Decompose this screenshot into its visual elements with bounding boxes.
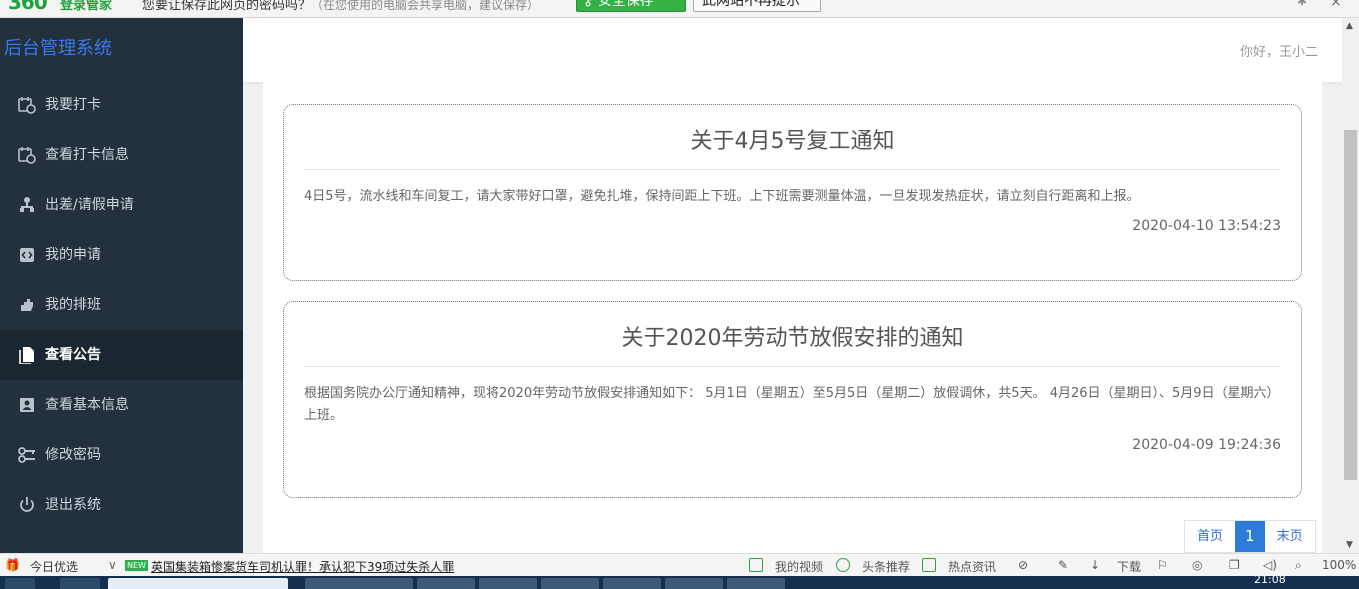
notice-card: 关于2020年劳动节放假安排的通知 根据国务院办公厅通知精神，现将2020年劳动…	[283, 301, 1302, 498]
power-icon	[20, 497, 34, 512]
play-icon[interactable]	[836, 558, 850, 572]
hand-icon	[21, 299, 33, 311]
today-picks[interactable]: 今日优选	[30, 558, 78, 575]
chevron-down-icon[interactable]: ∨	[108, 558, 117, 572]
pin-tool-icon[interactable]: ✎	[1058, 558, 1068, 572]
sidebar-item-basic-info[interactable]: 查看基本信息	[0, 380, 243, 430]
sidebar-item-my-requests[interactable]: 我的申请	[0, 230, 243, 280]
password-save-bar: 360 登录管家 您要让保存此网页的密码吗？（在您使用的电脑会共享电脑，建议保存…	[0, 0, 1359, 18]
taskbar-app[interactable]	[541, 578, 599, 589]
window-icon[interactable]: ❐	[1229, 558, 1240, 572]
sidebar-item-label: 我的申请	[45, 247, 101, 263]
sidebar-item-view-clock-in[interactable]: 查看打卡信息	[0, 130, 243, 180]
notice-body: 根据国务院办公厅通知精神，现将2020年劳动节放假安排通知如下： 5月1日（星期…	[304, 386, 1280, 423]
never-prompt-button[interactable]: 此网站不再提示	[693, 0, 821, 12]
notice-card: 关于4月5号复工通知 4日5号，流水线和车间复工，请大家带好口罩，避免扎堆，保持…	[283, 104, 1302, 281]
password-prompt: 您要让保存此网页的密码吗？（在您使用的电脑会共享电脑，建议保存）	[142, 0, 540, 13]
pin-icon[interactable]: ✱	[1297, 0, 1307, 8]
pagination: 首页 1 末页	[1184, 520, 1316, 553]
sidebar-item-label: 查看基本信息	[45, 397, 129, 413]
sitemap-icon	[20, 197, 34, 212]
zoom-level[interactable]: 100%	[1322, 558, 1356, 572]
scroll-thumb[interactable]	[1344, 130, 1357, 480]
taskbar-app[interactable]	[417, 578, 475, 589]
video-icon[interactable]	[749, 558, 763, 572]
flag-icon[interactable]: ⚐	[1157, 558, 1168, 572]
first-page-link[interactable]: 首页	[1185, 521, 1236, 552]
safe-save-button[interactable]: ⚷ 安全保存	[576, 0, 686, 12]
calendar-clock-icon	[18, 97, 36, 114]
sidebar-item-leave-request[interactable]: 出差/请假申请	[0, 180, 243, 230]
notice-list: 关于4月5号复工通知 4日5号，流水线和车间复工，请大家带好口罩，避免扎堆，保持…	[263, 82, 1322, 553]
sidebar-item-notices[interactable]: 查看公告	[0, 330, 243, 380]
download-link[interactable]: 下载	[1117, 558, 1141, 575]
notice-date: 2020-04-09 19:24:36	[1132, 437, 1281, 453]
news-icon[interactable]	[922, 558, 936, 572]
hot-news-link[interactable]: 热点资讯	[948, 558, 996, 575]
taskbar-app[interactable]	[727, 578, 785, 589]
scroll-up-icon[interactable]: ▲	[1346, 21, 1353, 31]
sidebar-item-label: 退出系统	[45, 497, 101, 513]
taskbar-search[interactable]	[108, 578, 288, 589]
vertical-scrollbar[interactable]: ▲ ▼	[1342, 18, 1359, 553]
notice-date: 2020-04-10 13:54:23	[1132, 218, 1281, 234]
notice-body: 4日5号，流水线和车间复工，请大家带好口罩，避免扎堆，保持间距上下班。上下班需要…	[304, 189, 1140, 204]
sidebar-item-logout[interactable]: 退出系统	[0, 480, 243, 530]
key-icon	[18, 447, 35, 463]
user-greeting[interactable]: 你好，王小二	[1240, 41, 1318, 60]
taskbar-app[interactable]	[479, 578, 537, 589]
scroll-down-icon[interactable]: ▼	[1346, 540, 1353, 550]
code-box-icon	[20, 248, 34, 262]
sidebar-item-my-schedule[interactable]: 我的排班	[0, 280, 243, 330]
id-card-icon	[20, 398, 34, 412]
download-icon[interactable]: ↓	[1090, 558, 1100, 572]
sidebar-item-label: 查看打卡信息	[45, 147, 129, 163]
toutiao-link[interactable]: 头条推荐	[862, 558, 910, 575]
app-title: 后台管理系统	[4, 38, 112, 59]
taskbar-app[interactable]	[60, 578, 100, 589]
speed-icon[interactable]: ⊘	[1018, 558, 1028, 572]
brand-subtitle: 登录管家	[60, 0, 113, 13]
speaker-icon[interactable]: ◁)	[1263, 558, 1277, 572]
my-video-link[interactable]: 我的视频	[775, 558, 823, 575]
sidebar-item-label: 查看公告	[45, 347, 101, 363]
gift-icon[interactable]: 🎁	[5, 558, 20, 572]
taskbar-app[interactable]	[355, 578, 413, 589]
notice-title: 关于2020年劳动节放假安排的通知	[621, 326, 964, 351]
brand-logo: 360	[8, 0, 48, 14]
sidebar: 后台管理系统 我要打卡 查看打卡信息 出差/请假申请 我的申请 我的排班 查看公…	[0, 18, 243, 553]
calendar-clock-icon	[18, 147, 36, 164]
zoom-icon[interactable]: ⌕	[1295, 558, 1302, 573]
sidebar-item-label: 我的排班	[45, 297, 101, 313]
os-taskbar: 21:08	[0, 576, 1359, 589]
sidebar-item-change-password[interactable]: 修改密码	[0, 430, 243, 480]
new-badge: NEW	[125, 560, 148, 571]
start-button[interactable]	[5, 578, 35, 589]
close-icon[interactable]: ×	[1330, 0, 1342, 10]
browser-icon[interactable]: ◎	[1192, 558, 1202, 572]
top-header: 你好，王小二	[243, 18, 1342, 82]
taskbar-app[interactable]	[603, 578, 661, 589]
last-page-link[interactable]: 末页	[1264, 521, 1315, 552]
sidebar-item-clock-in[interactable]: 我要打卡	[0, 80, 243, 130]
browser-status-bar: 🎁 今日优选 ∨ NEW 英国集装箱惨案货车司机认罪！承认犯下39项过失杀人罪 …	[0, 553, 1359, 576]
news-headline-link[interactable]: 英国集装箱惨案货车司机认罪！承认犯下39项过失杀人罪	[151, 558, 454, 575]
sidebar-item-label: 出差/请假申请	[45, 197, 134, 213]
notice-title: 关于4月5号复工通知	[690, 129, 895, 154]
taskbar-clock[interactable]: 21:08	[1254, 576, 1286, 586]
sidebar-item-label: 我要打卡	[45, 97, 101, 113]
document-icon	[19, 347, 34, 364]
taskbar-app[interactable]	[665, 578, 723, 589]
sidebar-item-label: 修改密码	[45, 447, 101, 463]
current-page[interactable]: 1	[1235, 521, 1265, 552]
